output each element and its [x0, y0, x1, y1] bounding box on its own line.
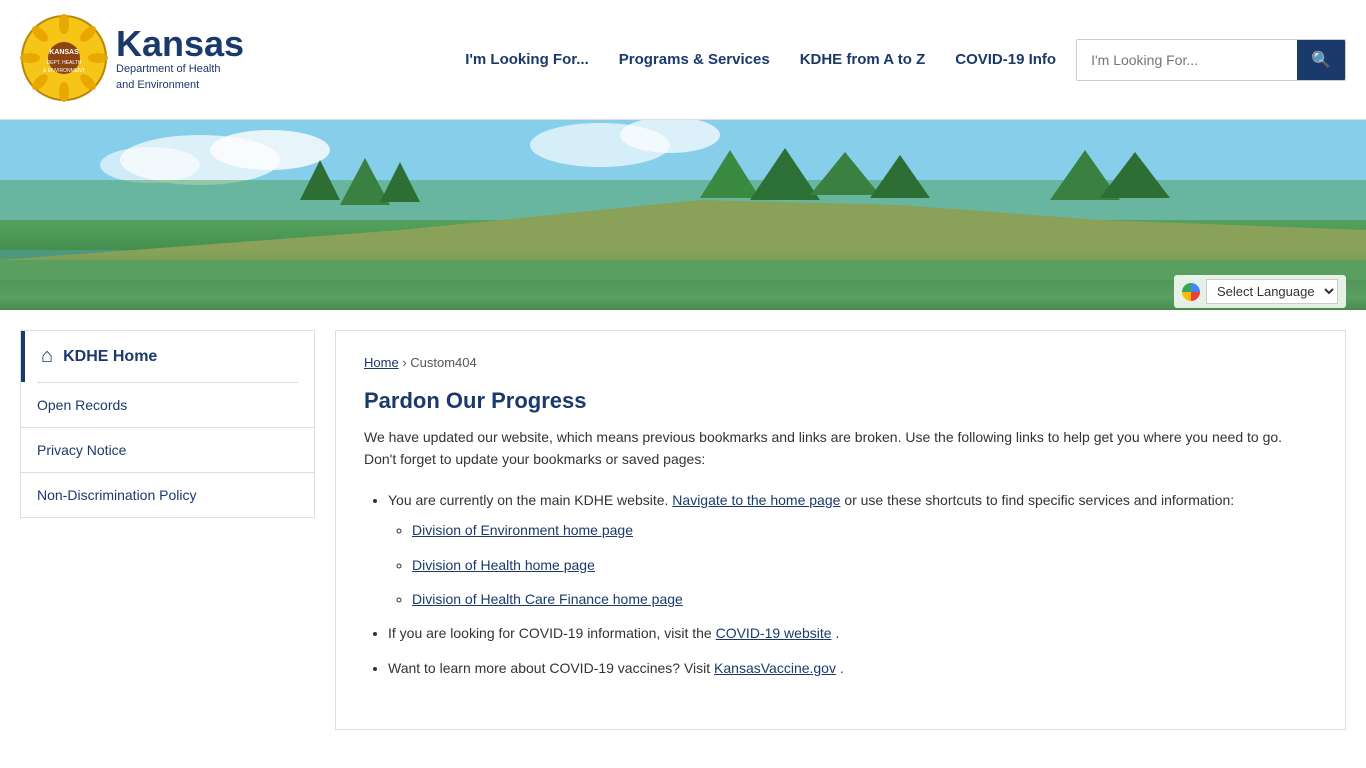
sidebar-non-discrimination[interactable]: Non-Discrimination Policy	[21, 473, 314, 517]
nav-looking-for[interactable]: I'm Looking For...	[465, 51, 589, 68]
content-list: You are currently on the main KDHE websi…	[388, 489, 1317, 679]
main-nav: I'm Looking For... Programs & Services K…	[465, 51, 1056, 68]
svg-text:DEPT. HEALTH: DEPT. HEALTH	[47, 60, 82, 66]
sub-link-env: Division of Environment home page	[412, 519, 1317, 541]
search-button[interactable]: 🔍	[1297, 40, 1345, 80]
language-select[interactable]: Select Language	[1206, 279, 1338, 304]
kansas-logo-icon: KANSAS DEPT. HEALTH & ENVIRONMENT	[20, 14, 108, 102]
logo-link[interactable]: KANSAS DEPT. HEALTH & ENVIRONMENT	[20, 14, 108, 105]
div-finance-link[interactable]: Division of Health Care Finance home pag…	[412, 591, 683, 607]
list-item-covid: If you are looking for COVID-19 informat…	[388, 622, 1317, 644]
nav-covid[interactable]: COVID-19 Info	[955, 51, 1056, 68]
hero-image: Select Language	[0, 120, 1366, 310]
sub-link-health: Division of Health home page	[412, 554, 1317, 576]
language-bar: Select Language	[1174, 275, 1346, 308]
google-translate-icon	[1182, 283, 1200, 301]
bullet3-suffix: .	[840, 660, 844, 676]
logo-text: Kansas Department of Health and Environm…	[116, 26, 244, 93]
list-item-1: You are currently on the main KDHE websi…	[388, 489, 1317, 611]
sub-links-list: Division of Environment home page Divisi…	[412, 519, 1317, 610]
search-bar: 🔍	[1076, 39, 1346, 81]
svg-text:KANSAS: KANSAS	[49, 49, 79, 56]
navigate-home-link[interactable]: Navigate to the home page	[672, 492, 840, 508]
sidebar-privacy-notice[interactable]: Privacy Notice	[21, 428, 314, 473]
logo-name: Kansas	[116, 26, 244, 62]
logo-dept-line1: Department of Health	[116, 62, 244, 77]
logo-area: KANSAS DEPT. HEALTH & ENVIRONMENT Kansas…	[20, 14, 244, 105]
logo-dept-line2: and Environment	[116, 78, 244, 93]
home-icon: ⌂	[41, 345, 53, 368]
breadcrumb: Home › Custom404	[364, 355, 1317, 370]
svg-text:& ENVIRONMENT: & ENVIRONMENT	[43, 68, 85, 74]
bullet3-prefix: Want to learn more about COVID-19 vaccin…	[388, 660, 710, 676]
covid-link[interactable]: COVID-19 website	[716, 625, 832, 641]
sidebar-open-records[interactable]: Open Records	[21, 383, 314, 428]
breadcrumb-current: Custom404	[410, 355, 476, 370]
site-header: KANSAS DEPT. HEALTH & ENVIRONMENT Kansas…	[0, 0, 1366, 120]
div-health-link[interactable]: Division of Health home page	[412, 557, 595, 573]
main-container: ⌂ KDHE Home Open Records Privacy Notice …	[0, 310, 1366, 750]
list-item-vaccine: Want to learn more about COVID-19 vaccin…	[388, 657, 1317, 679]
div-env-link[interactable]: Division of Environment home page	[412, 522, 633, 538]
page-title: Pardon Our Progress	[364, 388, 1317, 414]
sidebar: ⌂ KDHE Home Open Records Privacy Notice …	[20, 330, 315, 518]
search-input[interactable]	[1077, 42, 1297, 78]
intro-text: We have updated our website, which means…	[364, 426, 1317, 471]
hero-svg	[0, 120, 1366, 310]
sidebar-home-link[interactable]: ⌂ KDHE Home	[21, 331, 314, 382]
sidebar-home-label: KDHE Home	[63, 348, 157, 366]
vaccine-link[interactable]: KansasVaccine.gov	[714, 660, 836, 676]
bullet2-prefix: If you are looking for COVID-19 informat…	[388, 625, 712, 641]
bullet1-suffix: or use these shortcuts to find specific …	[844, 492, 1234, 508]
nav-programs[interactable]: Programs & Services	[619, 51, 770, 68]
main-content: Home › Custom404 Pardon Our Progress We …	[335, 330, 1346, 730]
nav-kdhe-az[interactable]: KDHE from A to Z	[800, 51, 926, 68]
bullet1-text: You are currently on the main KDHE websi…	[388, 492, 668, 508]
sub-link-finance: Division of Health Care Finance home pag…	[412, 588, 1317, 610]
breadcrumb-home[interactable]: Home	[364, 355, 399, 370]
bullet2-suffix: .	[835, 625, 839, 641]
